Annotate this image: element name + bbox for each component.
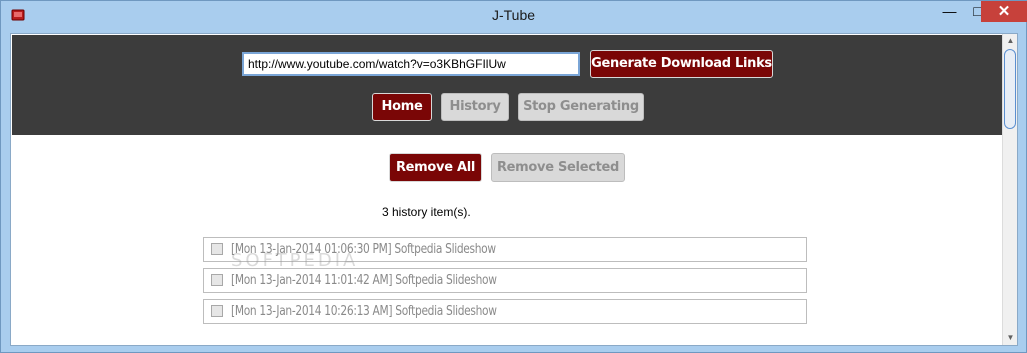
scroll-up-arrow-icon[interactable]: ▲: [1003, 34, 1017, 48]
minimize-button[interactable]: —: [935, 1, 964, 22]
window-title: J-Tube: [491, 7, 536, 23]
header-panel: Generate Download Links Home History Sto…: [12, 35, 1002, 135]
remove-selected-button[interactable]: Remove Selected: [491, 153, 625, 182]
client-area: Generate Download Links Home History Sto…: [10, 33, 1018, 346]
scroll-thumb[interactable]: [1004, 49, 1016, 129]
history-item[interactable]: [Mon 13-Jan-2014 10:26:13 AM] Softpedia …: [203, 299, 807, 324]
home-button[interactable]: Home: [372, 93, 432, 121]
url-input[interactable]: [242, 52, 580, 76]
history-item[interactable]: [Mon 13-Jan-2014 11:01:42 AM] Softpedia …: [203, 268, 807, 293]
history-item-label: [Mon 13-Jan-2014 10:26:13 AM] Softpedia …: [231, 304, 497, 319]
close-button[interactable]: ✕: [981, 1, 1027, 22]
remove-all-button[interactable]: Remove All: [389, 153, 482, 182]
history-item-checkbox[interactable]: [211, 305, 223, 317]
app-window: J-Tube — □ ✕ Generate Download Links Hom…: [0, 0, 1027, 353]
history-count-text: 3 history item(s).: [382, 205, 471, 219]
vertical-scrollbar[interactable]: ▲ ▼: [1002, 34, 1017, 345]
stop-generating-button[interactable]: Stop Generating: [518, 93, 644, 121]
scroll-down-arrow-icon[interactable]: ▼: [1003, 331, 1017, 345]
history-button[interactable]: History: [441, 93, 509, 121]
history-item-label: [Mon 13-Jan-2014 11:01:42 AM] Softpedia …: [231, 273, 497, 288]
history-item-checkbox[interactable]: [211, 243, 223, 255]
generate-download-links-button[interactable]: Generate Download Links: [590, 50, 773, 78]
softpedia-watermark: SOFTPEDIA: [231, 250, 359, 271]
history-item-checkbox[interactable]: [211, 274, 223, 286]
title-bar[interactable]: J-Tube — □ ✕: [1, 1, 1027, 31]
